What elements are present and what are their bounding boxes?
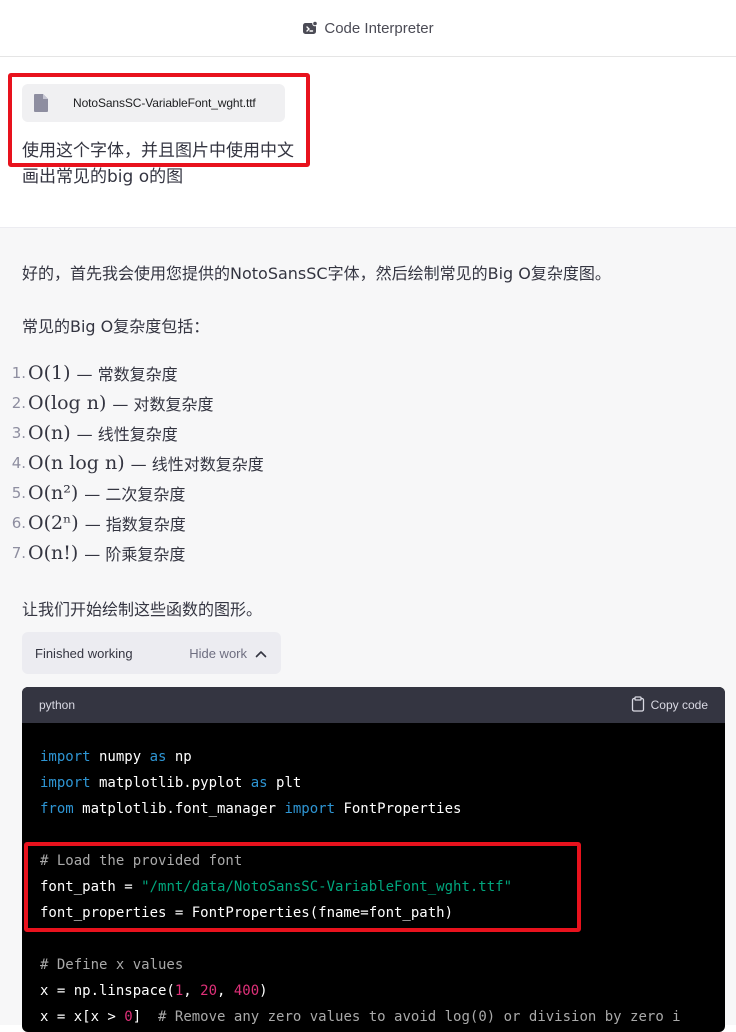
top-bar: Code Interpreter bbox=[0, 0, 736, 57]
list-number: 2. bbox=[11, 394, 26, 412]
complexity-formula: O(log n) bbox=[28, 392, 107, 414]
code-line: import matplotlib.pyplot as plt bbox=[40, 770, 681, 796]
work-status-panel: Finished working Hide work bbox=[22, 632, 281, 674]
code-token: numpy bbox=[90, 749, 150, 765]
code-token: 0 bbox=[124, 1009, 133, 1025]
list-number: 3. bbox=[11, 424, 26, 442]
code-token: matplotlib.pyplot bbox=[90, 775, 251, 791]
code-interpreter-icon bbox=[302, 20, 319, 36]
code-token: , bbox=[183, 983, 201, 999]
list-item: 2. O(log n) — 对数复杂度 bbox=[0, 388, 264, 418]
chevron-up-icon bbox=[255, 646, 267, 661]
assistant-list-heading: 常见的Big O复杂度包括： bbox=[22, 317, 210, 336]
code-token: x = np.linspace( bbox=[40, 983, 175, 999]
complexity-formula: O(1) bbox=[28, 362, 71, 384]
code-line: x = x[x > 0] # Remove any zero values to… bbox=[40, 1004, 681, 1030]
list-number: 4. bbox=[11, 454, 26, 472]
work-status-label: Finished working bbox=[35, 645, 133, 661]
complexity-description: — 对数复杂度 bbox=[112, 395, 214, 414]
list-item: 1. O(1) — 常数复杂度 bbox=[0, 358, 264, 388]
user-message-line-2: 画出常见的big o的图 bbox=[22, 167, 184, 187]
list-item: 3. O(n) — 线性复杂度 bbox=[0, 418, 264, 448]
code-token: as bbox=[149, 749, 167, 765]
complexity-description: — 线性对数复杂度 bbox=[130, 455, 264, 474]
code-token: 400 bbox=[233, 983, 260, 999]
code-token: plt bbox=[267, 775, 302, 791]
code-token: # Define x values bbox=[40, 957, 184, 973]
code-token: import bbox=[40, 775, 91, 791]
list-number: 1. bbox=[11, 364, 26, 382]
complexity-formula: O(n²) bbox=[28, 482, 79, 504]
highlight-box-font-code bbox=[24, 842, 581, 932]
list-item: 4. O(n log n) — 线性对数复杂度 bbox=[0, 448, 264, 478]
code-token: 20 bbox=[200, 983, 218, 999]
code-token: FontProperties bbox=[335, 801, 462, 817]
code-token: from bbox=[40, 801, 74, 817]
copy-code-button[interactable]: Copy code bbox=[631, 695, 708, 715]
assistant-intro: 好的，首先我会使用您提供的NotoSansSC字体，然后绘制常见的Big O复杂… bbox=[22, 264, 611, 283]
code-token: import bbox=[40, 749, 91, 765]
list-number: 5. bbox=[11, 484, 26, 502]
complexity-formula: O(n) bbox=[28, 422, 71, 444]
code-block-header: python Copy code bbox=[22, 687, 725, 723]
code-token: np bbox=[166, 749, 192, 765]
code-token: ] bbox=[132, 1009, 159, 1025]
code-line: import numpy as np bbox=[40, 744, 681, 770]
complexity-description: — 常数复杂度 bbox=[76, 365, 178, 384]
list-item: 6. O(2ⁿ) — 指数复杂度 bbox=[0, 508, 264, 538]
complexity-formula: O(2ⁿ) bbox=[28, 512, 79, 534]
code-token: x = x[x > bbox=[40, 1009, 125, 1025]
code-line: from matplotlib.font_manager import Font… bbox=[40, 796, 681, 822]
code-line: x = np.linspace(1, 20, 400) bbox=[40, 978, 681, 1004]
assistant-outro: 让我们开始绘制这些函数的图形。 bbox=[22, 600, 263, 619]
complexity-description: — 二次复杂度 bbox=[84, 485, 186, 504]
complexity-description: — 阶乘复杂度 bbox=[84, 545, 186, 564]
list-item: 5. O(n²) — 二次复杂度 bbox=[0, 478, 264, 508]
code-token: , bbox=[217, 983, 234, 999]
model-title[interactable]: Code Interpreter bbox=[302, 19, 434, 37]
complexity-list: 1. O(1) — 常数复杂度 2. O(log n) — 对数复杂度 3. O… bbox=[0, 358, 264, 568]
clipboard-icon bbox=[631, 695, 645, 715]
code-language-label: python bbox=[39, 698, 76, 712]
code-token: as bbox=[250, 775, 268, 791]
code-line: # Define x values bbox=[40, 952, 681, 978]
copy-code-label: Copy code bbox=[650, 698, 708, 712]
model-title-label: Code Interpreter bbox=[324, 19, 434, 37]
list-item: 7. O(n!) — 阶乘复杂度 bbox=[0, 538, 264, 568]
complexity-description: — 指数复杂度 bbox=[84, 515, 186, 534]
hide-work-button[interactable]: Hide work bbox=[189, 646, 267, 661]
code-token: # Remove any zero values to avoid log(0)… bbox=[158, 1009, 681, 1025]
code-token: matplotlib.font_manager bbox=[73, 801, 285, 817]
complexity-formula: O(n log n) bbox=[28, 452, 125, 474]
code-token: ) bbox=[259, 983, 268, 999]
highlight-box-attachment bbox=[8, 73, 310, 167]
list-number: 7. bbox=[11, 544, 26, 562]
code-token: import bbox=[284, 801, 336, 817]
complexity-description: — 线性复杂度 bbox=[76, 425, 178, 444]
list-number: 6. bbox=[11, 514, 26, 532]
complexity-formula: O(n!) bbox=[28, 542, 79, 564]
hide-work-label: Hide work bbox=[189, 645, 247, 661]
user-message: NotoSansSC-VariableFont_wght.ttf 使用这个字体，… bbox=[0, 57, 736, 227]
